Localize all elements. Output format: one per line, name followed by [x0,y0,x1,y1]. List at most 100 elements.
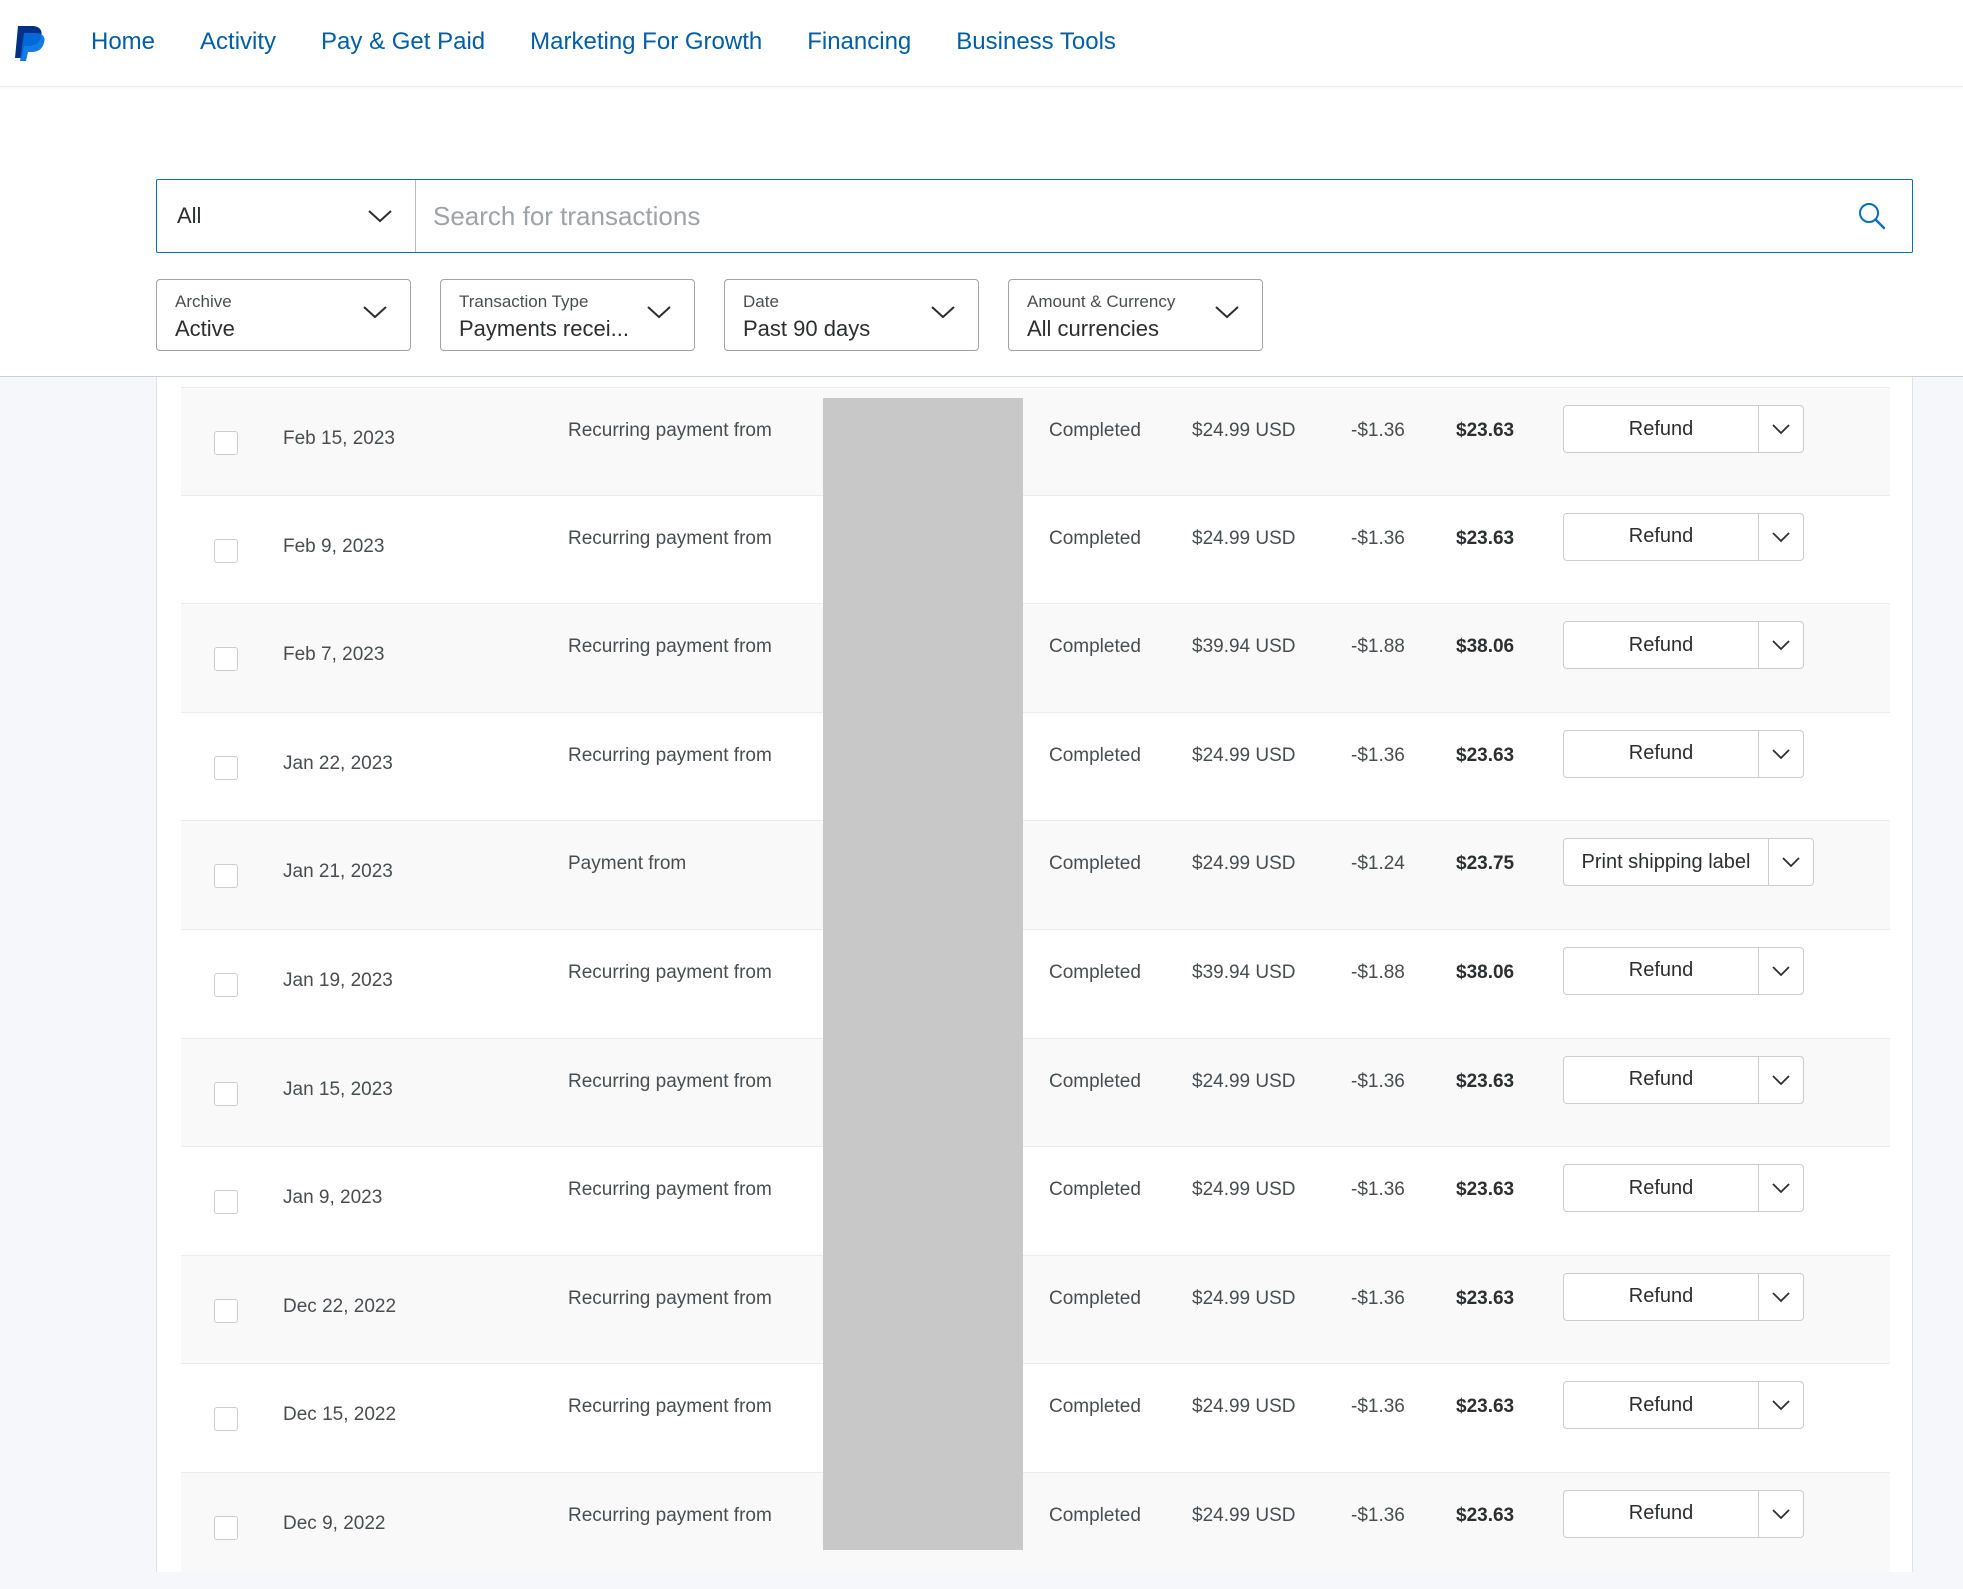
transaction-description: Recurring payment from [568,1287,772,1309]
chevron-down-icon [1772,1074,1790,1085]
transaction-description: Recurring payment from [568,636,772,658]
transaction-row[interactable]: Jan 19, 2023 Recurring payment from Comp… [181,929,1890,1039]
transaction-date: Jan 19, 2023 [283,969,393,991]
transaction-row[interactable]: Jan 9, 2023 Recurring payment from Compl… [181,1147,1890,1256]
nav-business-tools[interactable]: Business Tools [956,22,1116,62]
nav-financing[interactable]: Financing [807,22,911,62]
row-action-button[interactable]: Refund [1564,513,1759,560]
amount-currency-filter[interactable]: Amount & Currency All currencies [1008,279,1263,351]
row-checkbox[interactable] [214,1081,238,1106]
row-action-menu-button[interactable] [1759,514,1803,560]
row-action-menu-button[interactable] [1759,406,1803,452]
row-action-button[interactable]: Refund [1564,1056,1759,1103]
transaction-status: Completed [1049,636,1141,658]
search-input[interactable] [416,180,1832,252]
transaction-net: $23.63 [1456,1396,1515,1418]
top-navigation: Home Activity Pay & Get Paid Marketing F… [0,0,1963,87]
transaction-row[interactable]: Jan 15, 2023 Recurring payment from Comp… [181,1038,1890,1148]
transaction-row[interactable]: Feb 7, 2023 Recurring payment from Compl… [181,604,1890,713]
date-filter[interactable]: Date Past 90 days [724,279,979,351]
row-action-menu-button[interactable] [1759,948,1803,994]
row-action-group: Refund [1563,946,1804,995]
row-action-button[interactable]: Refund [1564,1490,1759,1537]
transaction-net: $38.06 [1456,636,1515,658]
search-button[interactable] [1832,180,1912,252]
transaction-description: Recurring payment from [568,527,772,549]
transaction-fee: -$1.36 [1351,420,1405,441]
transaction-date: Jan 15, 2023 [283,1078,393,1100]
transaction-type-filter[interactable]: Transaction Type Payments recei... [440,279,695,351]
transaction-description: Recurring payment from [568,420,772,441]
transaction-list: Feb 15, 2023 Recurring payment from Comp… [181,387,1890,1572]
transaction-row[interactable]: Dec 22, 2022 Recurring payment from Comp… [181,1255,1890,1365]
transaction-row[interactable]: Jan 21, 2023 Payment from Completed $24.… [181,821,1890,930]
row-checkbox[interactable] [214,755,238,780]
row-action-group: Refund [1563,621,1804,670]
row-action-menu-button[interactable] [1759,731,1803,777]
transaction-list-panel[interactable]: Feb 15, 2023 Recurring payment from Comp… [156,377,1913,1572]
row-action-menu-button[interactable] [1759,1491,1803,1537]
nav-home[interactable]: Home [91,22,155,62]
row-checkbox[interactable] [214,972,238,997]
row-action-button[interactable]: Refund [1564,406,1759,452]
archive-filter[interactable]: Archive Active [156,279,411,351]
row-action-group: Refund [1563,1272,1804,1321]
transaction-net: $23.63 [1456,420,1515,441]
row-action-button[interactable]: Refund [1564,1165,1759,1212]
row-checkbox[interactable] [214,1515,238,1540]
transaction-net: $23.75 [1456,853,1515,875]
row-action-menu-button[interactable] [1769,839,1813,885]
search-scope-dropdown[interactable]: All [157,180,416,252]
transaction-description: Recurring payment from [568,961,772,983]
nav-pay-get-paid[interactable]: Pay & Get Paid [321,22,485,62]
chevron-down-icon [647,306,671,319]
transaction-status: Completed [1049,1287,1141,1309]
row-action-button[interactable]: Refund [1564,622,1759,669]
transaction-gross: $24.99 USD [1192,853,1296,875]
transaction-date: Feb 15, 2023 [283,428,395,449]
nav-marketing-for-growth[interactable]: Marketing For Growth [530,22,762,62]
chevron-down-icon [1772,1292,1790,1303]
row-action-button[interactable]: Refund [1564,1382,1759,1429]
chevron-down-icon [1772,966,1790,977]
transaction-gross: $24.99 USD [1192,1287,1296,1309]
main-nav: Home Activity Pay & Get Paid Marketing F… [91,22,1116,62]
chevron-down-icon [1772,1509,1790,1520]
chevron-down-icon [1772,1183,1790,1194]
row-checkbox[interactable] [214,864,238,889]
transaction-gross: $24.99 USD [1192,1504,1296,1526]
transaction-row[interactable]: Feb 15, 2023 Recurring payment from Comp… [181,387,1890,496]
transaction-gross: $24.99 USD [1192,420,1296,441]
transaction-date: Feb 7, 2023 [283,644,385,666]
row-action-menu-button[interactable] [1759,1057,1803,1103]
transaction-row[interactable]: Dec 15, 2022 Recurring payment from Comp… [181,1364,1890,1473]
transaction-row[interactable]: Jan 22, 2023 Recurring payment from Comp… [181,712,1890,822]
chevron-down-icon [931,306,955,319]
row-action-menu-button[interactable] [1759,622,1803,668]
row-checkbox[interactable] [214,1190,238,1215]
transaction-row[interactable]: Dec 9, 2022 Recurring payment from Compl… [181,1472,1890,1572]
transaction-fee: -$1.36 [1351,1179,1405,1201]
row-action-group: Refund [1563,1489,1804,1538]
nav-activity[interactable]: Activity [200,22,276,62]
row-action-menu-button[interactable] [1759,1274,1803,1320]
row-action-button[interactable]: Print shipping label [1564,839,1769,886]
transaction-fee: -$1.36 [1351,1287,1405,1309]
paypal-logo-icon[interactable] [12,24,46,62]
chevron-down-icon [1782,857,1800,868]
transaction-fee: -$1.36 [1351,744,1405,766]
row-action-button[interactable]: Refund [1564,1273,1759,1320]
row-action-menu-button[interactable] [1759,1382,1803,1428]
transaction-fee: -$1.24 [1351,853,1405,875]
row-checkbox[interactable] [214,538,238,563]
row-action-button[interactable]: Refund [1564,730,1759,777]
row-checkbox[interactable] [214,1298,238,1323]
row-checkbox[interactable] [214,647,238,672]
row-checkbox[interactable] [214,1407,238,1432]
transaction-status: Completed [1049,420,1141,441]
transaction-fee: -$1.36 [1351,1396,1405,1418]
row-action-button[interactable]: Refund [1564,947,1759,994]
row-action-menu-button[interactable] [1759,1165,1803,1211]
transaction-row[interactable]: Feb 9, 2023 Recurring payment from Compl… [181,495,1890,605]
row-checkbox[interactable] [214,431,238,455]
